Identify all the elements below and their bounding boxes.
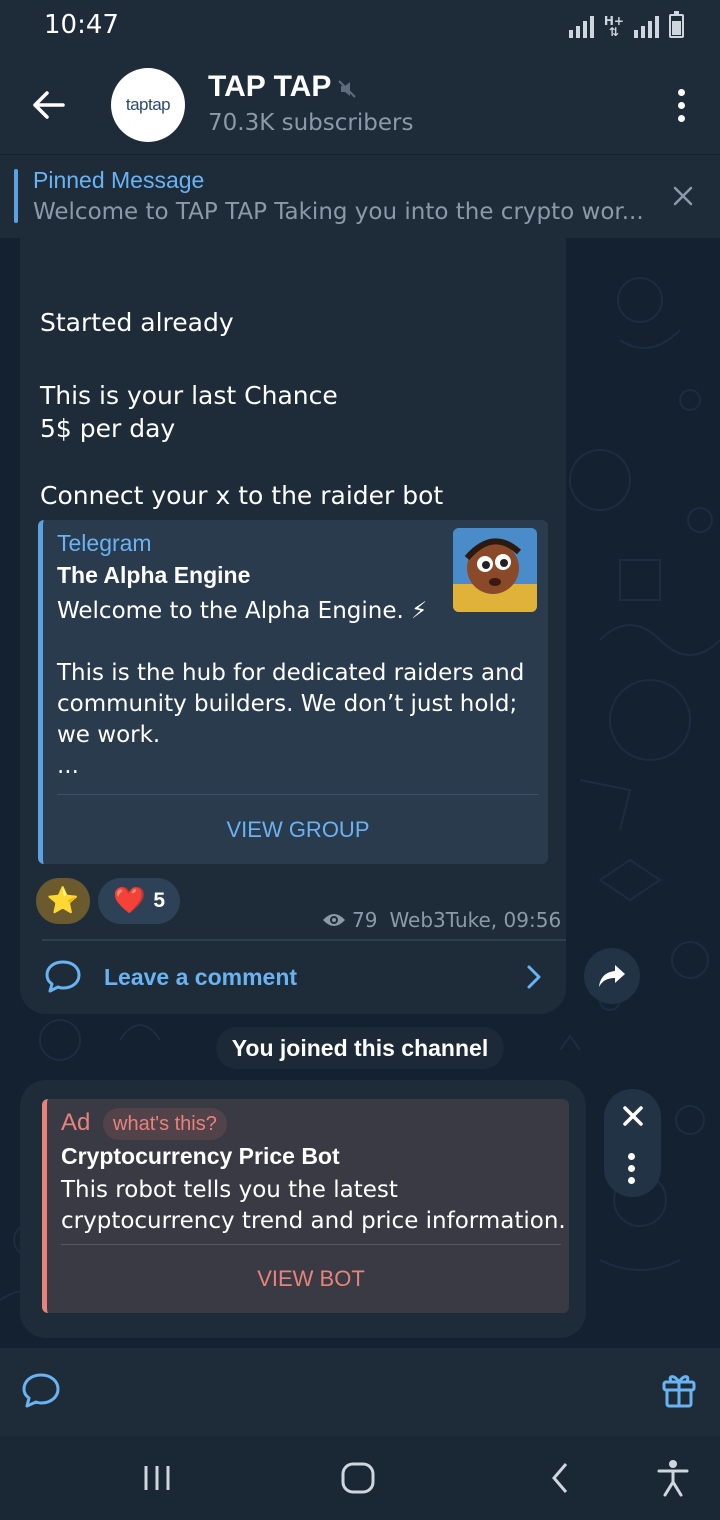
view-group-button[interactable]: VIEW GROUP [57, 810, 539, 850]
reaction-star[interactable]: ⭐ [36, 878, 90, 924]
muted-icon [338, 80, 356, 98]
ad-title: Cryptocurrency Price Bot [61, 1143, 340, 1169]
ad-label: Ad [61, 1109, 91, 1136]
status-time: 10:47 [44, 10, 119, 40]
preview-title: The Alpha Engine [57, 562, 251, 588]
link-preview[interactable]: Telegram The Alpha Engine Welcome to the… [38, 520, 548, 864]
share-button[interactable] [584, 948, 640, 1004]
signal-icon [568, 14, 594, 38]
channel-title[interactable]: TAP TAP [208, 70, 331, 104]
message-meta: 79 Web3Tuke, 09:56 [322, 908, 561, 932]
avatar-logo-text: taptap [125, 95, 171, 114]
accessibility-icon[interactable] [656, 1458, 690, 1498]
share-arrow-icon [599, 965, 625, 987]
system-nav-bar [0, 1436, 720, 1520]
leave-comment-label: Leave a comment [104, 964, 298, 990]
status-icons: H+ ⇅ [568, 11, 684, 39]
preview-divider [57, 794, 539, 795]
channel-avatar[interactable]: taptap [111, 68, 185, 142]
view-count: 79 [352, 908, 378, 932]
pinned-message-bar[interactable]: Pinned Message Welcome to TAP TAP Taking… [0, 154, 720, 238]
comment-divider [42, 939, 566, 941]
pinned-text: Welcome to TAP TAP Taking you into the c… [33, 199, 643, 225]
close-ad-icon[interactable] [618, 1101, 648, 1131]
battery-icon [669, 11, 684, 38]
heart-icon: ❤️ [112, 886, 146, 916]
ad-more-button[interactable] [628, 1153, 635, 1184]
nav-back-icon[interactable] [548, 1458, 572, 1498]
message-line: Started already [40, 308, 234, 337]
subscriber-count: 70.3K subscribers [208, 110, 414, 136]
preview-site-name: Telegram [57, 530, 152, 556]
comment-bubble-icon [45, 960, 81, 993]
reaction-count: 5 [153, 889, 166, 912]
preview-thumbnail [453, 528, 537, 612]
sponsored-message[interactable]: Ad what's this? Cryptocurrency Price Bot… [42, 1099, 569, 1313]
close-pinned-icon[interactable] [668, 181, 698, 211]
ad-side-controls [604, 1089, 661, 1197]
pinned-indicator [14, 169, 18, 223]
status-bar: 10:47 H+ ⇅ [0, 0, 720, 56]
network-type-icon: H+ ⇅ [603, 14, 624, 39]
preview-description: Welcome to the Alpha Engine. ⚡ This is t… [57, 598, 525, 779]
arrow-left-icon [33, 91, 65, 119]
home-icon[interactable] [340, 1458, 376, 1498]
discussion-icon[interactable] [20, 1370, 62, 1412]
ad-description: This robot tells you the latest cryptocu… [61, 1177, 566, 1234]
star-icon: ⭐ [46, 886, 80, 916]
gift-icon[interactable] [662, 1372, 696, 1408]
author-time: Web3Tuke, 09:56 [389, 908, 562, 932]
whats-this-button[interactable]: what's this? [103, 1108, 227, 1140]
channel-bottom-bar [0, 1348, 720, 1436]
message-line: This is your last Chance 5$ per day [40, 381, 338, 443]
back-button[interactable] [26, 82, 72, 128]
joined-channel-notice: You joined this channel [216, 1027, 504, 1069]
leave-comment-button[interactable]: Leave a comment [40, 952, 552, 1004]
chat-header: taptap TAP TAP 70.3K subscribers [0, 56, 720, 154]
more-menu-button[interactable] [668, 82, 694, 128]
pinned-title: Pinned Message [33, 167, 205, 193]
signal-icon-2 [634, 14, 659, 38]
ad-divider [61, 1244, 561, 1245]
view-bot-button[interactable]: VIEW BOT [61, 1259, 561, 1299]
views-eye-icon [323, 914, 345, 926]
reaction-heart[interactable]: ❤️ 5 [98, 878, 180, 924]
message-line: Connect your x to the raider bot [40, 481, 444, 510]
recent-apps-icon[interactable] [142, 1458, 172, 1498]
chevron-right-icon [527, 965, 541, 989]
